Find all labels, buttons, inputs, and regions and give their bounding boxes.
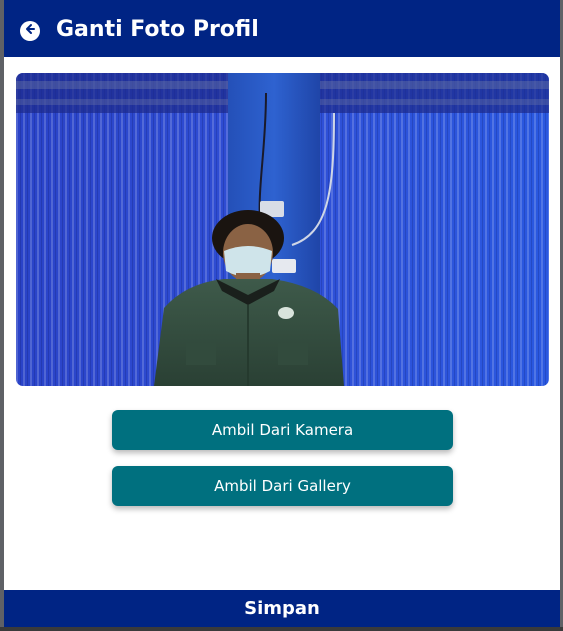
take-from-camera-button[interactable]: Ambil Dari Kamera <box>112 410 453 450</box>
take-from-gallery-button[interactable]: Ambil Dari Gallery <box>112 466 453 506</box>
back-button[interactable] <box>20 21 40 41</box>
profile-photo <box>16 73 549 386</box>
arrow-left-circle-icon <box>24 22 36 40</box>
app-screen: Ganti Foto Profil Ambil Dari Kamera Ambi… <box>4 0 560 627</box>
bottom-strip <box>0 627 563 631</box>
page-title: Ganti Foto Profil <box>56 17 259 42</box>
save-button[interactable]: Simpan <box>4 590 560 627</box>
window-frame: Ganti Foto Profil Ambil Dari Kamera Ambi… <box>0 0 563 631</box>
app-header: Ganti Foto Profil <box>4 0 560 57</box>
